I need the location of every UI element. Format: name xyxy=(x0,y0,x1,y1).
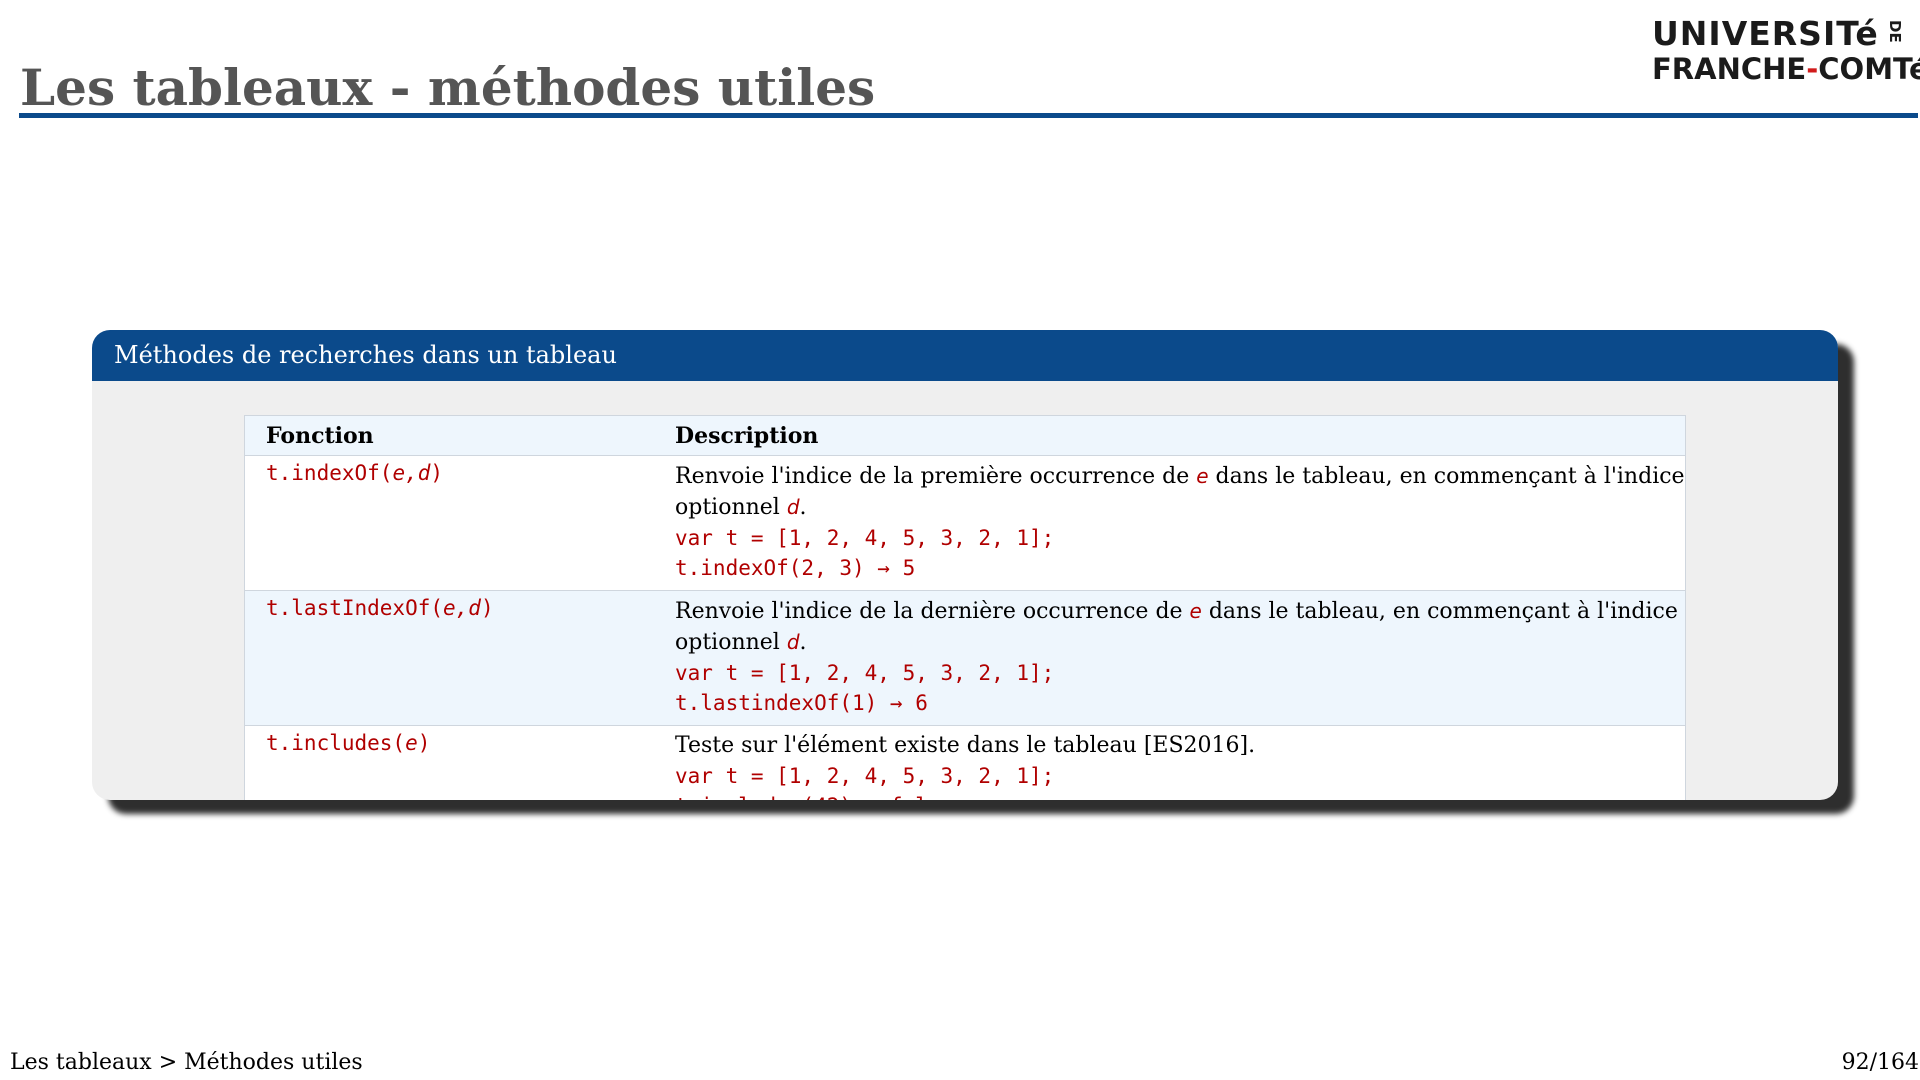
function-cell: t.lastIndexOf(e,d) xyxy=(244,590,675,726)
code-line: var t = [1, 2, 4, 5, 3, 2, 1]; xyxy=(675,764,1055,788)
function-signature: t.indexOf(e,d) xyxy=(266,461,444,485)
function-cell: t.includes(e) xyxy=(244,725,675,800)
methods-table: Fonction Description t.indexOf(e,d) Renv… xyxy=(244,415,1686,800)
footer-breadcrumb: Les tableaux > Méthodes utiles xyxy=(10,1050,363,1075)
description-cell: Renvoie l'indice de la première occurren… xyxy=(675,455,1686,591)
logo-line2-b: COMTé xyxy=(1818,52,1920,86)
logo-line1: UNIVERSITé xyxy=(1652,14,1879,53)
university-logo: UNIVERSITé FRANCHE-COMTé DE xyxy=(1652,12,1920,90)
code-line: var t = [1, 2, 4, 5, 3, 2, 1]; xyxy=(675,661,1055,685)
table-row: t.lastIndexOf(e,d) Renvoie l'indice de l… xyxy=(244,590,1686,726)
description-text: Renvoie l'indice de la dernière occurren… xyxy=(675,599,1678,655)
logo-de: DE xyxy=(1886,20,1904,43)
function-signature: t.lastIndexOf(e,d) xyxy=(266,596,494,620)
methods-block: Méthodes de recherches dans un tableau F… xyxy=(92,330,1838,800)
page-title: Les tableaux - méthodes utiles xyxy=(20,58,876,117)
table-row: t.includes(e) Teste sur l'élément existe… xyxy=(244,725,1686,800)
code-line: t.lastindexOf(1) → 6 xyxy=(675,691,928,715)
description-text: Teste sur l'élément existe dans le table… xyxy=(675,733,1256,758)
header-fonction: Fonction xyxy=(266,423,374,449)
code-line: t.indexOf(2, 3) → 5 xyxy=(675,556,916,580)
code-line: var t = [1, 2, 4, 5, 3, 2, 1]; xyxy=(675,526,1055,550)
function-signature: t.includes(e) xyxy=(266,731,431,755)
table-header-row: Fonction Description xyxy=(244,415,1686,456)
header-description: Description xyxy=(675,423,819,449)
block-title: Méthodes de recherches dans un tableau xyxy=(92,330,1838,381)
logo-line2: FRANCHE-COMTé xyxy=(1652,52,1920,86)
description-cell: Teste sur l'élément existe dans le table… xyxy=(675,725,1686,800)
description-cell: Renvoie l'indice de la dernière occurren… xyxy=(675,590,1686,726)
page-number: 92/164 xyxy=(1841,1050,1919,1075)
title-divider xyxy=(19,113,1918,118)
code-line: t.includes(42) → false xyxy=(675,791,1685,800)
logo-line2-a: FRANCHE xyxy=(1652,52,1807,86)
table-row: t.indexOf(e,d) Renvoie l'indice de la pr… xyxy=(244,455,1686,591)
function-cell: t.indexOf(e,d) xyxy=(244,455,675,591)
description-text: Renvoie l'indice de la première occurren… xyxy=(675,464,1685,520)
